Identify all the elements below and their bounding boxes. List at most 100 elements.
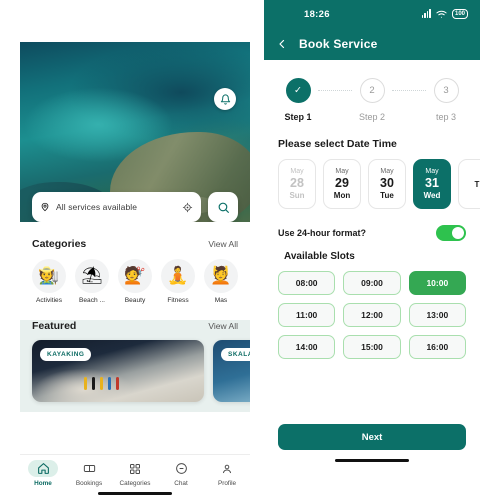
- date-month: May: [380, 168, 394, 175]
- date-day: 29: [335, 176, 349, 190]
- stepper: ✓ Step 1 2 Step 2 3 tep 3: [264, 60, 480, 122]
- slot-1300[interactable]: 13:00: [408, 303, 466, 327]
- category-label: Fitness: [167, 297, 189, 304]
- step-label: Step 1: [284, 112, 312, 122]
- yoga-icon: 🧘: [161, 259, 195, 293]
- home-indicator: [98, 492, 172, 495]
- next-button[interactable]: Next: [278, 424, 466, 450]
- categories-list[interactable]: 🧑‍🌾 Activities ⛱ Beach ... 💇 Beauty 🧘 Fi…: [20, 250, 250, 304]
- date-weekday: Tue: [380, 191, 394, 200]
- date-card-next-clipped[interactable]: T: [458, 159, 480, 209]
- date-card-30[interactable]: May 30 Tue: [368, 159, 406, 209]
- category-item-beauty[interactable]: 💇 Beauty: [118, 259, 152, 304]
- tab-label: Categories: [119, 480, 151, 487]
- tab-label: Bookings: [75, 480, 103, 487]
- format-toggle-row: Use 24-hour format?: [264, 209, 480, 241]
- category-item-beach[interactable]: ⛱ Beach ...: [75, 259, 109, 304]
- date-picker-row[interactable]: May 28 Sun May 29 Mon May 30 Tue May 31 …: [264, 150, 480, 209]
- slot-1600[interactable]: 16:00: [408, 335, 466, 359]
- notification-button[interactable]: [214, 88, 236, 110]
- grid-icon: [120, 460, 150, 477]
- stepper-connector: [318, 90, 352, 91]
- screenshot-root: All services available Categories View A…: [0, 0, 500, 500]
- featured-title: Featured: [32, 320, 77, 332]
- step-label: Step 2: [358, 112, 386, 122]
- featured-view-all[interactable]: View All: [208, 321, 238, 331]
- date-card-28[interactable]: May 28 Sun: [278, 159, 316, 209]
- category-label: Mas: [214, 297, 228, 304]
- featured-card-tag: KAYAKING: [40, 348, 92, 361]
- date-month: May: [335, 168, 349, 175]
- categories-view-all[interactable]: View All: [208, 239, 238, 249]
- featured-card-kayaking[interactable]: KAYAKING: [32, 340, 204, 402]
- step-label: tep 3: [435, 112, 457, 122]
- search-button[interactable]: [208, 192, 238, 222]
- search-icon: [217, 201, 230, 214]
- hiking-icon: 🧑‍🌾: [32, 259, 66, 293]
- ticket-icon: [74, 460, 104, 477]
- available-slots-grid[interactable]: 08:00 09:00 10:00 11:00 12:00 13:00 14:0…: [264, 262, 480, 359]
- category-label: Beach ...: [78, 297, 106, 304]
- stepper-connector: [392, 90, 426, 91]
- featured-header: Featured View All: [20, 320, 250, 332]
- search-row: All services available: [32, 192, 238, 222]
- app-bar: Book Service: [264, 28, 480, 60]
- date-weekday: T: [474, 179, 480, 189]
- hero-carousel[interactable]: All services available: [20, 42, 250, 222]
- step-3[interactable]: 3 tep 3: [426, 78, 466, 122]
- tab-categories[interactable]: Categories: [112, 460, 158, 487]
- slot-0800[interactable]: 08:00: [278, 271, 336, 295]
- date-weekday: Sun: [289, 191, 305, 200]
- date-day: 31: [425, 176, 439, 190]
- featured-cards[interactable]: KAYAKING SKALA: [20, 332, 250, 402]
- date-card-29[interactable]: May 29 Mon: [323, 159, 361, 209]
- chevron-left-icon[interactable]: [276, 38, 288, 50]
- step-2[interactable]: 2 Step 2: [352, 78, 392, 122]
- step-number: 2: [359, 78, 385, 103]
- search-input[interactable]: All services available: [56, 202, 176, 212]
- date-card-31-selected[interactable]: May 31 Wed: [413, 159, 451, 209]
- slot-1200[interactable]: 12:00: [343, 303, 401, 327]
- map-pin-icon: [40, 202, 50, 212]
- tab-label: Profile: [217, 480, 237, 487]
- category-item-massage[interactable]: 💆 Mas: [204, 259, 238, 304]
- date-month: May: [425, 168, 439, 175]
- battery-icon: 100: [451, 9, 468, 19]
- right-phone-screen: 18:26 100 Book Service ✓ Step 1 2 Step 2…: [264, 0, 480, 500]
- crosshair-icon[interactable]: [182, 202, 193, 213]
- slot-1500[interactable]: 15:00: [343, 335, 401, 359]
- format-toggle-switch[interactable]: [436, 225, 466, 241]
- featured-card-tag: SKALA: [221, 348, 250, 361]
- signal-bars-icon: [421, 9, 431, 18]
- page-title: Book Service: [299, 37, 378, 51]
- person-icon: [212, 460, 242, 477]
- search-bar[interactable]: All services available: [32, 192, 201, 222]
- status-time: 18:26: [304, 8, 330, 20]
- slot-0900[interactable]: 09:00: [343, 271, 401, 295]
- tab-label: Chat: [174, 480, 188, 487]
- tab-chat[interactable]: Chat: [158, 460, 204, 487]
- slot-1100[interactable]: 11:00: [278, 303, 336, 327]
- step-1[interactable]: ✓ Step 1: [278, 78, 318, 122]
- bell-icon: [220, 93, 231, 105]
- date-month: May: [290, 168, 304, 175]
- categories-title: Categories: [32, 238, 87, 250]
- date-weekday: Mon: [333, 191, 351, 200]
- featured-card-skala[interactable]: SKALA: [213, 340, 250, 402]
- hair-salon-icon: 💇: [118, 259, 152, 293]
- slots-section-title: Available Slots: [284, 251, 355, 262]
- slot-1400[interactable]: 14:00: [278, 335, 336, 359]
- left-phone-screen: All services available Categories View A…: [20, 0, 250, 500]
- tab-home[interactable]: Home: [20, 460, 66, 487]
- home-icon: [28, 460, 58, 477]
- slot-1000-selected[interactable]: 10:00: [408, 271, 466, 295]
- status-icons: 100: [421, 9, 468, 19]
- category-item-activities[interactable]: 🧑‍🌾 Activities: [32, 259, 66, 304]
- chat-icon: [166, 460, 196, 477]
- step-number: 3: [433, 78, 459, 103]
- category-item-fitness[interactable]: 🧘 Fitness: [161, 259, 195, 304]
- wifi-icon: [436, 10, 447, 19]
- category-label: Beauty: [124, 297, 146, 304]
- tab-bookings[interactable]: Bookings: [66, 460, 112, 487]
- tab-profile[interactable]: Profile: [204, 460, 250, 487]
